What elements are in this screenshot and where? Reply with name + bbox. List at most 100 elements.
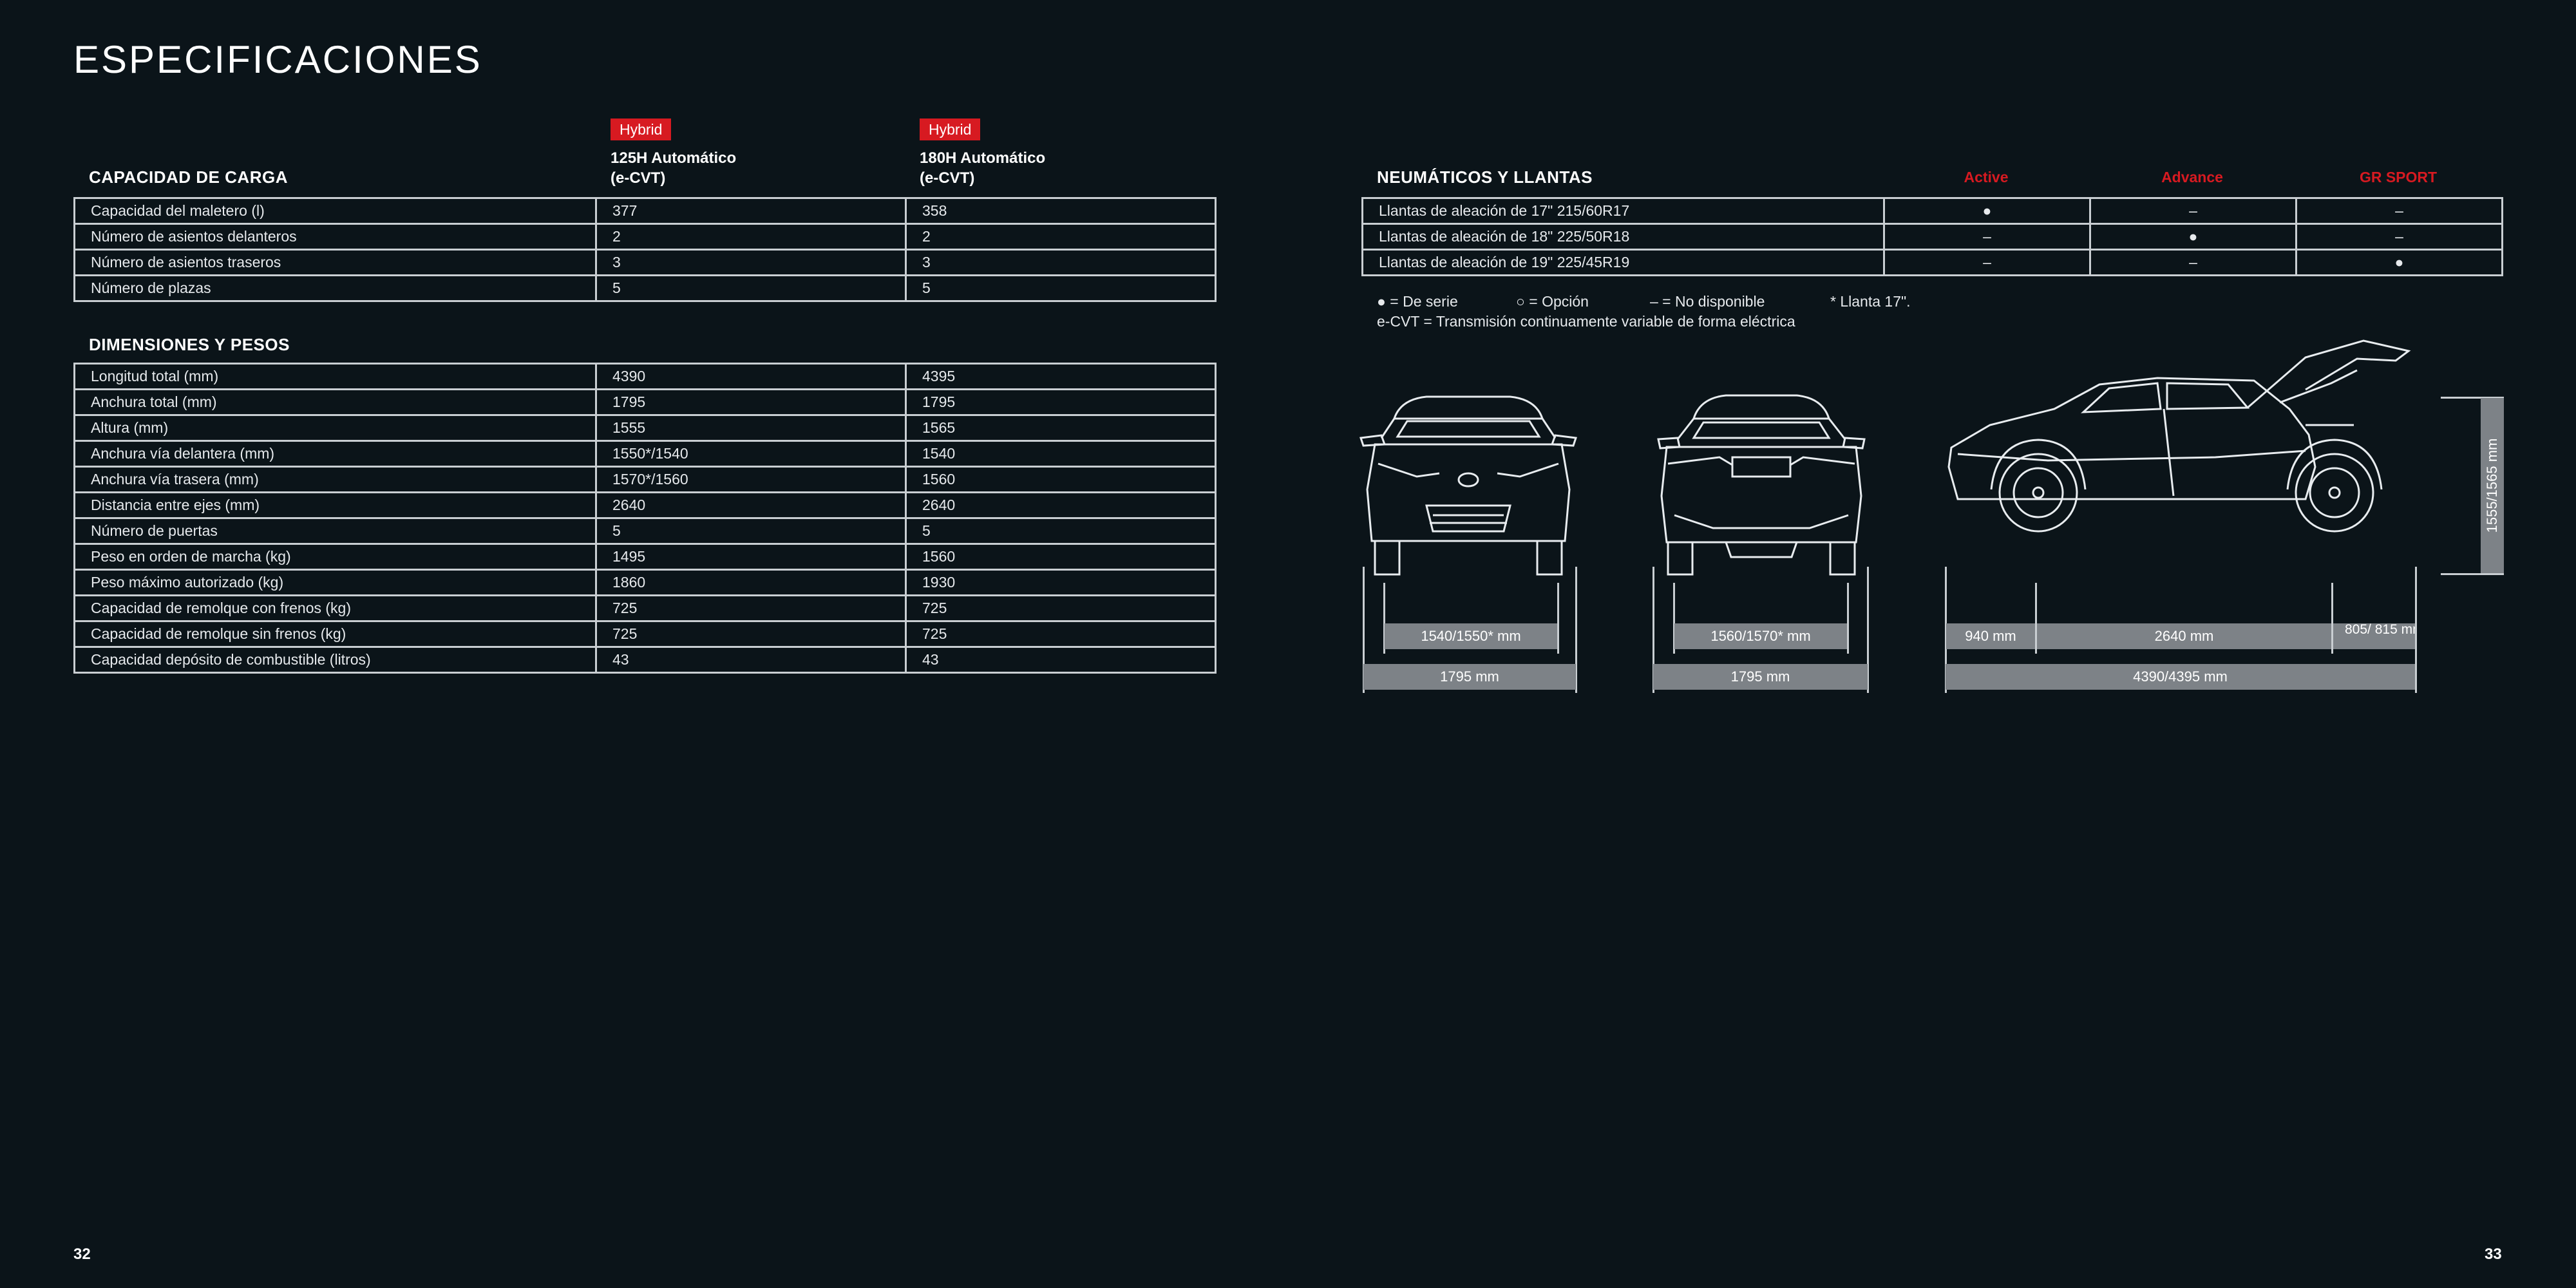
rear-width-bar: 1795 mm xyxy=(1653,664,1868,690)
row-value: 1860 xyxy=(595,569,907,596)
tyre-col-advance: Advance xyxy=(2161,169,2223,185)
dimensions-table-row: Distancia entre ejes (mm) 2640 2640 xyxy=(73,491,1217,519)
height-bottom-line xyxy=(2441,573,2504,575)
row-value: 1550*/1540 xyxy=(595,440,907,468)
load-table: Capacidad del maletero (l) 377 358 Número d… xyxy=(73,197,1217,302)
row-value: 1930 xyxy=(905,569,1217,596)
load-table-row: Número de asientos traseros 3 3 xyxy=(73,249,1217,276)
row-label: Peso máximo autorizado (kg) xyxy=(73,569,597,596)
legend-standard: ● = De serie xyxy=(1377,293,1458,310)
dimensions-section-title: DIMENSIONES Y PESOS xyxy=(89,335,290,354)
front-track-bar: 1540/1550* mm xyxy=(1385,623,1557,649)
car-front-view-icon xyxy=(1359,395,1578,576)
variant-1-name-line1: 125H Automático xyxy=(611,149,737,167)
tyres-table-row: Llantas de aleación de 18" 225/50R18– ● – xyxy=(1361,223,2503,251)
row-label: Capacidad depósito de combustible (litro… xyxy=(73,646,597,674)
row-label: Número de asientos traseros xyxy=(73,249,597,276)
dimensions-table-row: Capacidad de remolque sin frenos (kg) 725… xyxy=(73,620,1217,648)
variant-1-name: 125H Automático (e-CVT) xyxy=(611,148,736,188)
row-label: Capacidad del maletero (l) xyxy=(73,197,597,225)
dimensions-table-row: Longitud total (mm) 4390 4395 xyxy=(73,363,1217,390)
page-title: ESPECIFICACIONES xyxy=(73,38,482,81)
row-value: 5 xyxy=(595,274,907,302)
car-side-view-icon xyxy=(1947,339,2411,533)
variant-2-name-line1: 180H Automático xyxy=(920,149,1046,167)
row-value: 1565 xyxy=(905,414,1217,442)
load-table-row: Número de asientos delanteros 2 2 xyxy=(73,223,1217,251)
legend-ecvt: e-CVT = Transmisión continuamente variab… xyxy=(1377,313,1795,330)
row-value: 5 xyxy=(905,274,1217,302)
row-value: 43 xyxy=(905,646,1217,674)
row-label: Longitud total (mm) xyxy=(73,363,597,390)
row-value: – xyxy=(1883,249,2091,276)
row-label: Anchura vía trasera (mm) xyxy=(73,466,597,493)
front-width-bar: 1795 mm xyxy=(1363,664,1576,690)
row-value: 725 xyxy=(595,620,907,648)
variant-1-badge: Hybrid xyxy=(611,118,672,140)
row-value: 3 xyxy=(595,249,907,276)
row-label: Peso en orden de marcha (kg) xyxy=(73,543,597,571)
row-value: 1570*/1560 xyxy=(595,466,907,493)
load-table-body: Capacidad del maletero (l) 377 358 Número d… xyxy=(73,197,1217,302)
load-table-row: Capacidad del maletero (l) 377 358 xyxy=(73,197,1217,225)
row-value: 4390 xyxy=(595,363,907,390)
row-value: 1495 xyxy=(595,543,907,571)
dimensions-table-row: Peso máximo autorizado (kg) 1860 1930 xyxy=(73,569,1217,596)
page-number-left: 32 xyxy=(73,1245,91,1263)
dimensions-table-row: Anchura vía delantera (mm) 1550*/1540 1540 xyxy=(73,440,1217,468)
row-value: 725 xyxy=(595,594,907,622)
row-label: Llantas de aleación de 19" 225/45R19 xyxy=(1361,249,1885,276)
row-value: 358 xyxy=(905,197,1217,225)
row-label: Capacidad de remolque sin frenos (kg) xyxy=(73,620,597,648)
dimensions-table: Longitud total (mm) 4390 4395 Anchura total… xyxy=(73,363,1217,674)
rear-track-bar: 1560/1570* mm xyxy=(1674,623,1847,649)
row-value: ● xyxy=(2089,223,2297,251)
tyres-section-title: NEUMÁTICOS Y LLANTAS xyxy=(1377,167,1593,187)
row-label: Altura (mm) xyxy=(73,414,597,442)
front-overhang-bar: 940 mm xyxy=(1946,623,2035,649)
dimensions-table-row: Número de puertas 5 5 xyxy=(73,517,1217,545)
tyres-table-row: Llantas de aleación de 19" 225/45R19– – ● xyxy=(1361,249,2503,276)
row-value: 2640 xyxy=(595,491,907,519)
row-value: 4395 xyxy=(905,363,1217,390)
row-value: 2 xyxy=(595,223,907,251)
load-section-title: CAPACIDAD DE CARGA xyxy=(89,167,288,187)
wheelbase-bar: 2640 mm xyxy=(2037,623,2331,649)
dimensions-table-row: Anchura total (mm) 1795 1795 xyxy=(73,388,1217,416)
row-value: 5 xyxy=(905,517,1217,545)
tyres-table-body: Llantas de aleación de 17" 215/60R17 ● – – L… xyxy=(1361,197,2503,276)
tyre-col-active: Active xyxy=(1964,169,2009,185)
variant-2-badge: Hybrid xyxy=(920,118,981,140)
row-value: 377 xyxy=(595,197,907,225)
row-value: 43 xyxy=(595,646,907,674)
row-value: 1555 xyxy=(595,414,907,442)
dimensions-table-row: Altura (mm) 1555 1565 xyxy=(73,414,1217,442)
row-value: – xyxy=(1883,223,2091,251)
side-rear-dim-line xyxy=(2415,567,2417,693)
row-label: Llantas de aleación de 17" 215/60R17 xyxy=(1361,197,1885,225)
front-track-right-tick xyxy=(1557,583,1559,654)
row-value: 1795 xyxy=(905,388,1217,416)
dimensions-table-row: Anchura vía trasera (mm) 1570*/1560 1560 xyxy=(73,466,1217,493)
row-label: Número de plazas xyxy=(73,274,597,302)
row-value: 1560 xyxy=(905,543,1217,571)
variant-1-name-line2: (e-CVT) xyxy=(611,169,666,187)
dimensions-table-row: Capacidad depósito de combustible (litro… xyxy=(73,646,1217,674)
variant-2-name: 180H Automático (e-CVT) xyxy=(920,148,1045,188)
variant-2-name-line2: (e-CVT) xyxy=(920,169,975,187)
dimensions-table-row: Capacidad de remolque con frenos (kg) 725… xyxy=(73,594,1217,622)
row-label: Anchura total (mm) xyxy=(73,388,597,416)
dimensions-table-row: Peso en orden de marcha (kg) 1495 1560 xyxy=(73,543,1217,571)
row-value: – xyxy=(2089,249,2297,276)
row-label: Número de asientos delanteros xyxy=(73,223,597,251)
car-rear-view-icon xyxy=(1657,394,1866,576)
row-label: Distancia entre ejes (mm) xyxy=(73,491,597,519)
row-value: ● xyxy=(2295,249,2503,276)
row-value: 1560 xyxy=(905,466,1217,493)
row-value: 1540 xyxy=(905,440,1217,468)
row-label: Capacidad de remolque con frenos (kg) xyxy=(73,594,597,622)
row-value: 1795 xyxy=(595,388,907,416)
legend-note: * Llanta 17". xyxy=(1830,293,1911,310)
rear-overhang-bar: 805/ 815 mm xyxy=(2333,623,2415,649)
dimensions-table-body: Longitud total (mm) 4390 4395 Anchura total… xyxy=(73,363,1217,674)
